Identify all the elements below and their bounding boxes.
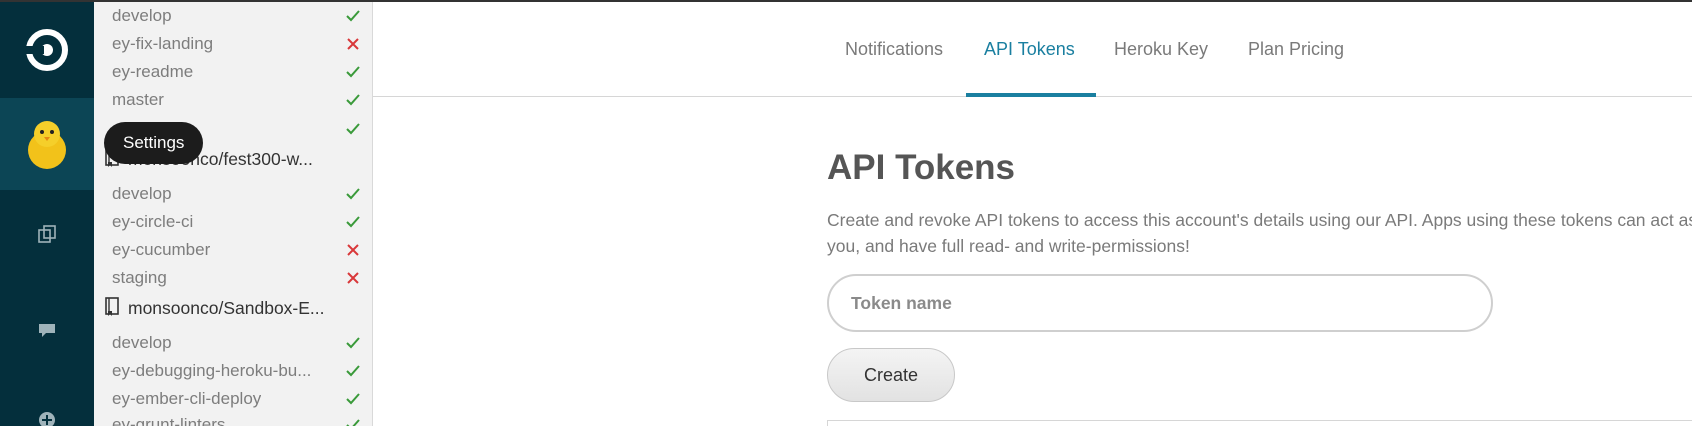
token-name-input[interactable]	[827, 274, 1493, 332]
branch-name: develop	[112, 184, 172, 203]
branch-name: ey-debugging-heroku-bu...	[112, 361, 312, 380]
branch-item[interactable]: develop	[112, 331, 362, 355]
circleci-logo-icon[interactable]	[0, 2, 94, 98]
branch-name: staging	[112, 268, 167, 287]
branch-name: ey-fix-landing	[112, 34, 214, 53]
check-icon	[344, 91, 362, 109]
app-rail	[0, 2, 94, 426]
check-icon	[344, 213, 362, 231]
branch-item[interactable]: develop	[112, 182, 362, 206]
branch-name: ey-circle-ci	[112, 212, 194, 231]
tab-api-tokens[interactable]: API Tokens	[984, 2, 1075, 97]
cross-icon	[344, 241, 362, 259]
tokens-table	[827, 420, 1692, 426]
branch-item[interactable]: ey-debugging-heroku-bu...	[112, 359, 362, 383]
add-icon[interactable]	[0, 402, 94, 426]
branch-item[interactable]: ey-ember-cli-deploy	[112, 387, 362, 411]
tab-plan-pricing[interactable]: Plan Pricing	[1248, 2, 1344, 97]
settings-tooltip: Settings	[104, 122, 204, 164]
branch-name: master	[112, 90, 164, 109]
branch-list: develop ey-fix-landing ey-readme master stag…	[94, 2, 373, 426]
check-icon	[344, 7, 362, 25]
branch-item[interactable]: develop	[112, 4, 362, 28]
branch-name: develop	[112, 6, 172, 25]
branch-item[interactable]: ey-grunt-linters	[112, 413, 362, 426]
project-header[interactable]: monsoonco/Sandbox-E...	[104, 295, 364, 321]
copy-icon[interactable]	[0, 216, 94, 252]
branch-item[interactable]: ey-circle-ci	[112, 210, 362, 234]
cross-icon	[344, 35, 362, 53]
check-icon	[344, 185, 362, 203]
active-tab-indicator	[966, 93, 1096, 97]
page-title: API Tokens	[827, 148, 1016, 187]
branch-name: develop	[112, 333, 172, 352]
tab-notifications[interactable]: Notifications	[845, 2, 943, 97]
branch-name: ey-ember-cli-deploy	[112, 389, 262, 408]
check-icon	[344, 120, 362, 138]
check-icon	[344, 416, 362, 426]
branch-name: ey-cucumber	[112, 240, 211, 259]
branch-item[interactable]: ey-cucumber	[112, 238, 362, 262]
chick-avatar-icon[interactable]	[0, 98, 94, 190]
branch-item[interactable]: ey-readme	[112, 60, 362, 84]
check-icon	[344, 362, 362, 380]
branch-name: ey-grunt-linters	[112, 415, 226, 426]
check-icon	[344, 334, 362, 352]
chat-icon[interactable]	[0, 312, 94, 348]
check-icon	[344, 390, 362, 408]
repo-icon	[104, 296, 120, 321]
cross-icon	[344, 269, 362, 287]
branch-item[interactable]: ey-fix-landing	[112, 32, 362, 56]
page-description: Create and revoke API tokens to access t…	[827, 210, 1692, 256]
create-token-button[interactable]: Create	[827, 348, 955, 402]
project-name: monsoonco/Sandbox-E...	[128, 297, 325, 318]
tab-heroku-key[interactable]: Heroku Key	[1114, 2, 1208, 97]
check-icon	[344, 63, 362, 81]
branch-item[interactable]: staging	[112, 266, 362, 290]
branch-name: ey-readme	[112, 62, 194, 81]
branch-item[interactable]: master	[112, 88, 362, 112]
settings-tab-bar: Notifications API Tokens Heroku Key Plan…	[373, 2, 1692, 97]
